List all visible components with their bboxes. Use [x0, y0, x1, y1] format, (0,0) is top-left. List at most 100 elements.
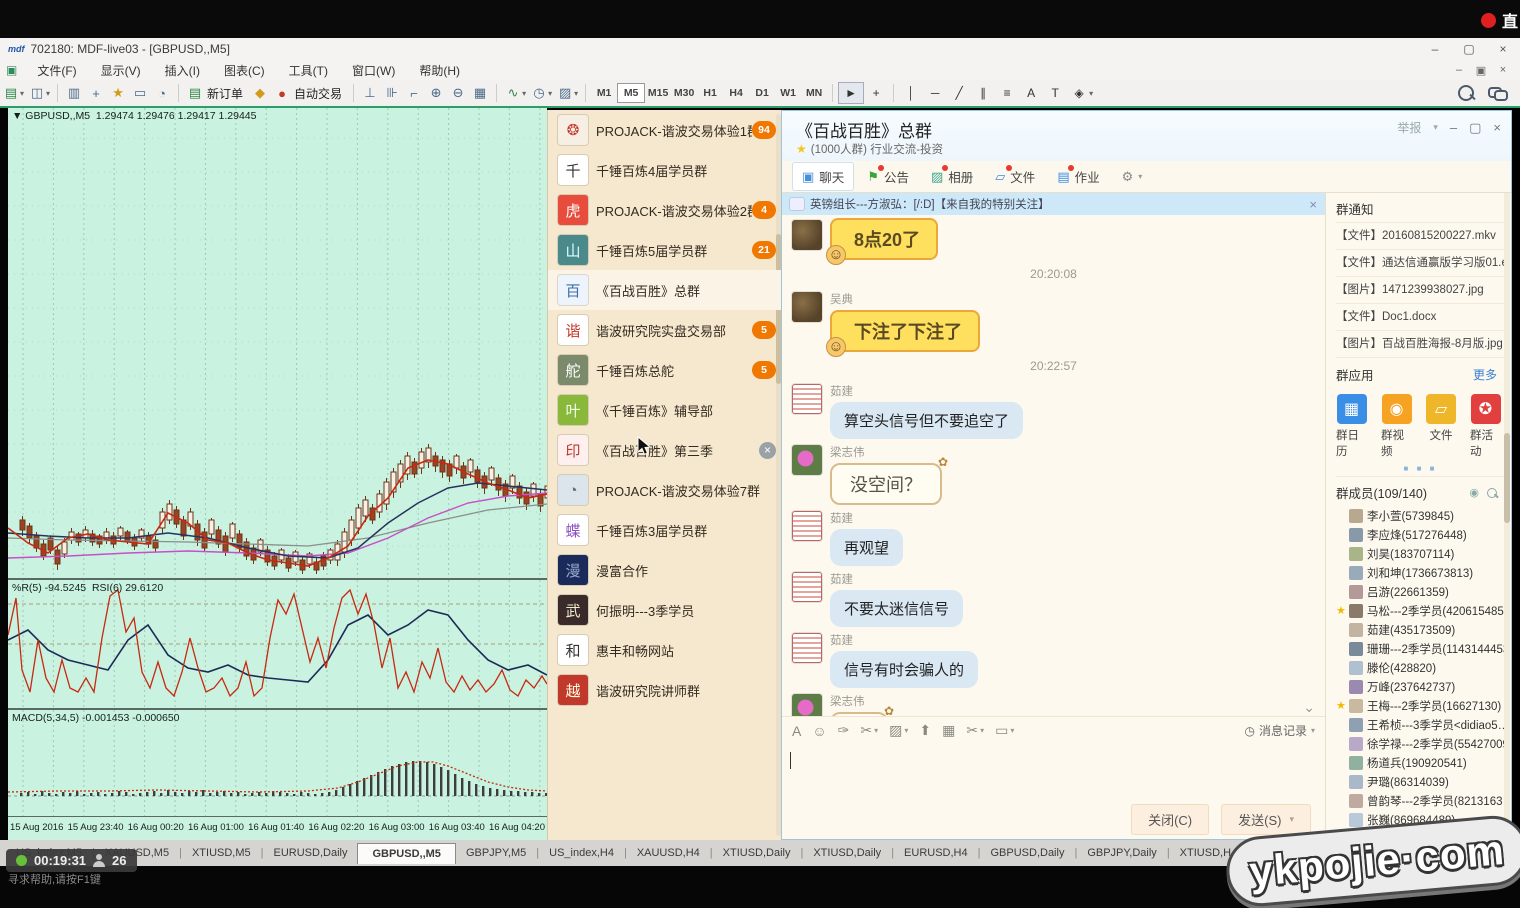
group-item-8[interactable]: 叶《千锤百炼》辅导部: [548, 390, 782, 430]
group-item-1[interactable]: ❂PROJACK-谐波交易体验1群94: [548, 110, 782, 150]
wpr-rsi-pane[interactable]: %R(5) -94.5245 RSI(6) 29.6120: [8, 580, 547, 708]
group-item-4[interactable]: 山千锤百炼5届学员群21: [548, 230, 782, 270]
navigator-icon[interactable]: ★: [107, 83, 129, 103]
qq-close-button[interactable]: ×: [1493, 120, 1501, 135]
report-button[interactable]: 举报: [1397, 119, 1421, 136]
auto-trading-icon[interactable]: ●: [271, 83, 293, 103]
menu-工具[interactable]: 工具(T): [277, 64, 340, 78]
timeframe-D1[interactable]: D1: [749, 84, 775, 102]
timeframe-M30[interactable]: M30: [671, 84, 697, 102]
chart-tab-EURUSD,H4[interactable]: EURUSD,H4: [894, 843, 978, 863]
candlestick-icon[interactable]: ⊪: [381, 83, 403, 103]
image-icon[interactable]: ▨▾: [889, 722, 908, 739]
market-watch-icon[interactable]: ▥: [63, 83, 85, 103]
menu-插入[interactable]: 插入(I): [153, 64, 212, 78]
timeframe-H4[interactable]: H4: [723, 84, 749, 102]
member-item[interactable]: 吕游(22661359): [1336, 582, 1505, 601]
trendline-icon[interactable]: ╱: [947, 83, 971, 103]
profiles-icon-dropdown[interactable]: ▾: [46, 89, 50, 98]
sender-avatar[interactable]: [792, 445, 822, 475]
periods-icon[interactable]: ◷: [528, 83, 550, 103]
group-item-2[interactable]: 千千锤百炼4届学员群: [548, 150, 782, 190]
app-群活动[interactable]: ✪群活动: [1470, 394, 1501, 459]
member-item[interactable]: 珊珊---2季学员(1143144453): [1336, 639, 1505, 658]
gear-dropdown-icon[interactable]: ▾: [1138, 172, 1142, 181]
member-video-icon[interactable]: ◉: [1469, 486, 1479, 499]
new-chart-icon[interactable]: ▤: [0, 83, 22, 103]
qq-minimize-button[interactable]: –: [1450, 120, 1457, 135]
menu-窗口[interactable]: 窗口(W): [340, 64, 407, 78]
profiles-icon[interactable]: ◫: [26, 83, 48, 103]
screenshot-icon[interactable]: ✂▾: [860, 722, 878, 739]
member-item[interactable]: 刘昊(183707114): [1336, 544, 1505, 563]
timeframe-M5[interactable]: M5: [617, 83, 645, 103]
auto-trading-label[interactable]: 自动交易: [294, 85, 342, 102]
qq-maximize-button[interactable]: ▢: [1469, 120, 1481, 136]
templates-icon-dropdown[interactable]: ▾: [574, 89, 578, 98]
group-item-10[interactable]: ◔PROJACK-谐波交易体验7群: [548, 470, 782, 510]
group-notice-file[interactable]: 【图片】1471239938027.jpg: [1336, 276, 1505, 303]
group-item-3[interactable]: 虎PROJACK-谐波交易体验2群4: [548, 190, 782, 230]
sender-avatar[interactable]: [792, 694, 822, 716]
templates-icon[interactable]: ▨: [554, 83, 576, 103]
group-item-15[interactable]: 越谐波研究院讲师群: [548, 670, 782, 710]
apps-pager-dots[interactable]: ■ ■ ■: [1336, 461, 1505, 476]
zoom-out-icon[interactable]: ⊖: [447, 83, 469, 103]
sidebar-scrollbar[interactable]: [1504, 193, 1510, 839]
timeframe-M15[interactable]: M15: [645, 84, 671, 102]
vertical-line-icon[interactable]: │: [899, 83, 923, 103]
minimize-button[interactable]: –: [1418, 42, 1452, 56]
timeframe-MN[interactable]: MN: [801, 84, 827, 102]
member-item[interactable]: 茹建(435173509): [1336, 620, 1505, 639]
periods-icon-dropdown[interactable]: ▾: [548, 89, 552, 98]
group-item-14[interactable]: 和惠丰和畅网站: [548, 630, 782, 670]
new-order-label[interactable]: 新订单: [207, 85, 243, 102]
report-dropdown-icon[interactable]: ▾: [1433, 122, 1438, 133]
channel-icon[interactable]: ∥: [971, 83, 995, 103]
member-item[interactable]: 徐学禄---2季学员(55427009): [1336, 734, 1505, 753]
cursor-icon[interactable]: ►: [838, 82, 864, 104]
sender-avatar[interactable]: [792, 292, 822, 322]
chart-tab-XTIUSD,M5[interactable]: XTIUSD,M5: [182, 843, 261, 863]
sender-avatar[interactable]: [792, 511, 822, 541]
announcement-close-icon[interactable]: ×: [1309, 197, 1317, 212]
sender-avatar[interactable]: [792, 572, 822, 602]
timeframe-M1[interactable]: M1: [591, 84, 617, 102]
member-item[interactable]: 滕伦(428820): [1336, 658, 1505, 677]
mdi-minimize-button[interactable]: –: [1448, 64, 1470, 77]
message-list[interactable]: 8点20了☺20:20:08吴典下注了下注了☺20:22:57茹建算空头信号但不…: [782, 215, 1325, 716]
menu-显示[interactable]: 显示(V): [89, 64, 153, 78]
maximize-button[interactable]: ▢: [1452, 42, 1486, 56]
chart-tab-XTIUSD,Daily[interactable]: XTIUSD,Daily: [803, 843, 891, 863]
new-order-icon[interactable]: ▤: [184, 83, 206, 103]
shake-icon[interactable]: ✑: [838, 722, 850, 739]
message-input[interactable]: [782, 744, 1325, 799]
data-window-icon[interactable]: +: [85, 83, 107, 103]
terminal-icon[interactable]: ▭: [129, 83, 151, 103]
emoticon-icon[interactable]: ☺: [812, 723, 826, 739]
font-icon[interactable]: A: [792, 723, 801, 739]
member-search-icon[interactable]: [1487, 488, 1497, 498]
timeframe-H1[interactable]: H1: [697, 84, 723, 102]
member-item[interactable]: 李小萱(5739845): [1336, 506, 1505, 525]
group-item-11[interactable]: 蝶千锤百炼3届学员群: [548, 510, 782, 550]
fibonacci-icon[interactable]: ≡: [995, 83, 1019, 103]
group-item-5[interactable]: 百《百战百胜》总群: [548, 270, 782, 310]
app-群日历[interactable]: ▦群日历: [1336, 394, 1367, 459]
member-item[interactable]: 刘和坤(1736673813): [1336, 563, 1505, 582]
send-file-icon[interactable]: ⬆: [919, 722, 931, 739]
metaeditor-icon[interactable]: ◆: [249, 83, 271, 103]
macd-pane[interactable]: MACD(5,34,5) -0.001453 -0.000650: [8, 710, 547, 816]
tab-聊天[interactable]: ▣聊天: [792, 162, 854, 191]
chart-tab-XTIUSD,Daily[interactable]: XTIUSD,Daily: [713, 843, 801, 863]
member-item[interactable]: 杨道兵(190920541): [1336, 753, 1505, 772]
tab-作业[interactable]: ▤作业: [1048, 163, 1108, 190]
group-item-9[interactable]: 印《百战百胜》第三季×: [548, 430, 782, 470]
group-close-icon[interactable]: ×: [759, 442, 776, 459]
card-icon[interactable]: ▭▾: [995, 722, 1014, 739]
tab-公告[interactable]: ⚑公告: [858, 163, 918, 190]
chart-tab-US_index,H4[interactable]: US_index,H4: [539, 843, 624, 863]
group-item-6[interactable]: 谐谐波研究院实盘交易部5: [548, 310, 782, 350]
send-button[interactable]: 发送(S)▾: [1221, 804, 1311, 835]
menu-帮助[interactable]: 帮助(H): [407, 64, 472, 78]
